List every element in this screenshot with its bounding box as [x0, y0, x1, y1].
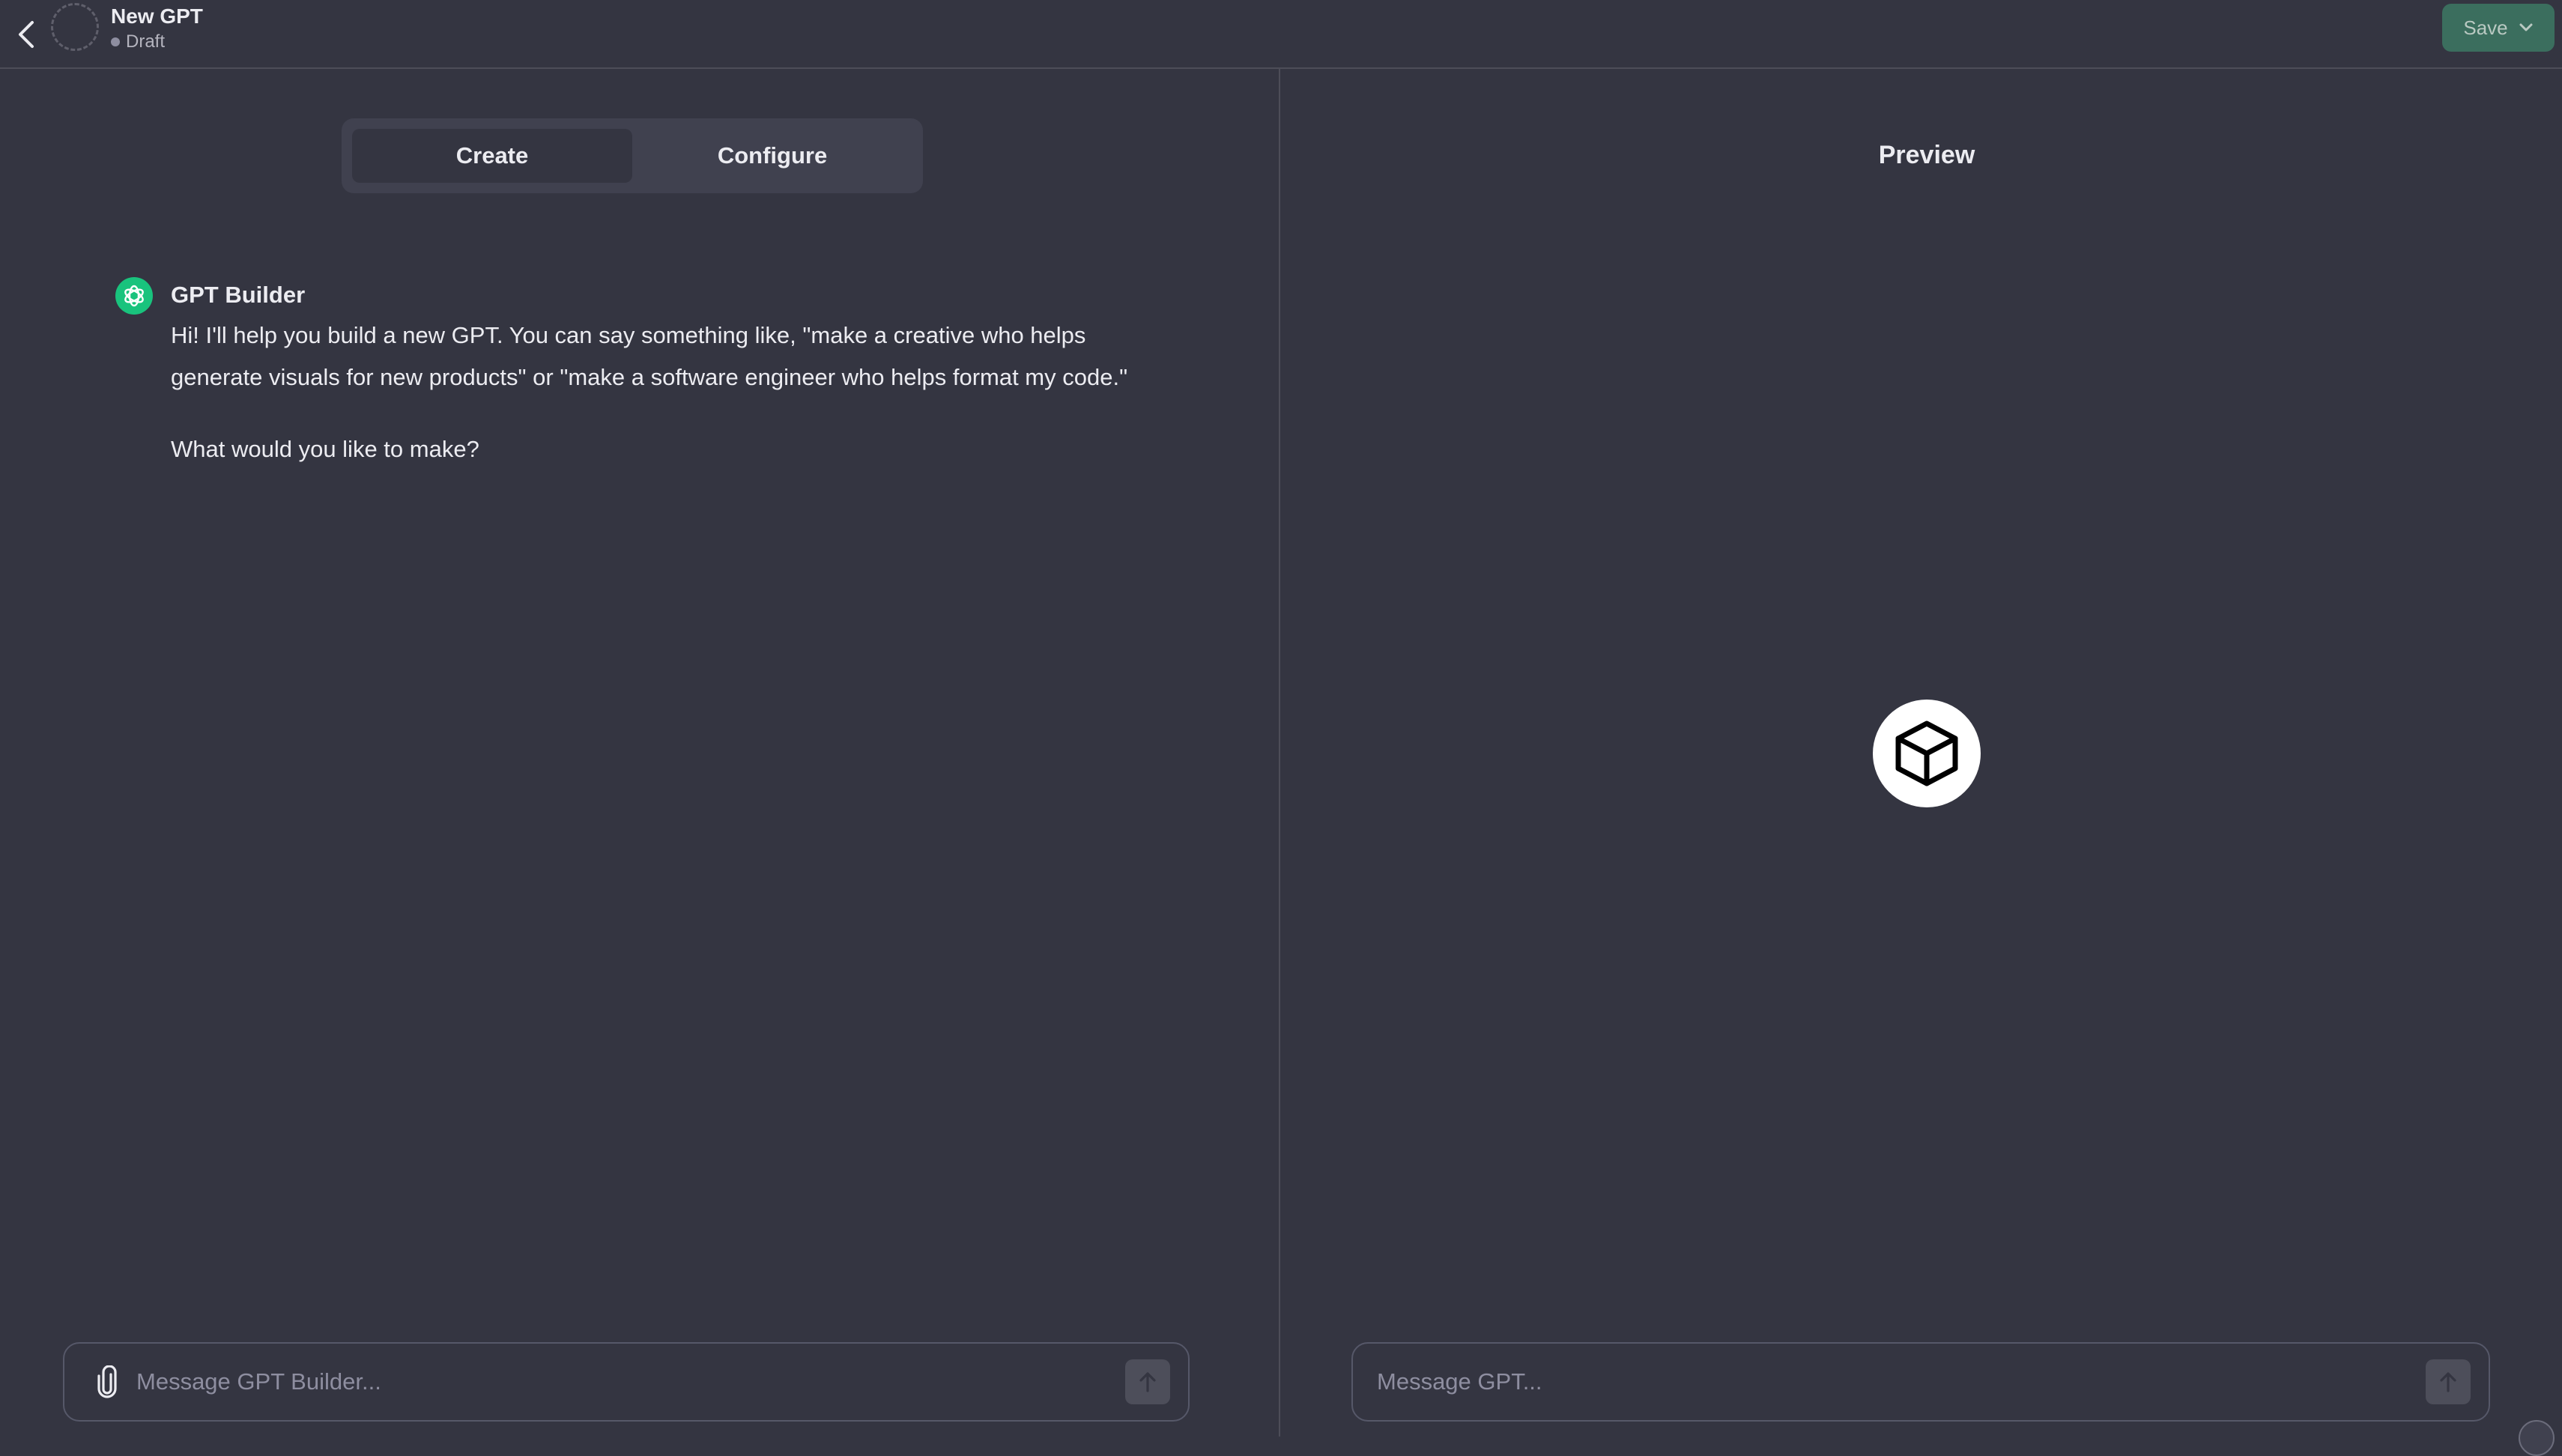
- paperclip-icon: [97, 1365, 117, 1398]
- message-text: Hi! I'll help you build a new GPT. You c…: [171, 322, 1128, 390]
- top-bar: New GPT Draft Save: [0, 0, 2562, 69]
- save-button-label: Save: [2463, 16, 2508, 39]
- builder-send-button[interactable]: [1125, 1359, 1170, 1404]
- chevron-left-icon: [19, 21, 34, 48]
- gpt-avatar-placeholder[interactable]: [51, 3, 99, 51]
- help-button[interactable]: [2519, 1420, 2555, 1456]
- chevron-down-icon: [2519, 23, 2533, 31]
- message-body: GPT Builder Hi! I'll help you build a ne…: [171, 280, 1145, 470]
- status-dot-icon: [111, 37, 120, 46]
- attach-button[interactable]: [88, 1359, 126, 1404]
- gpt-builder-avatar: [115, 277, 153, 315]
- preview-send-button[interactable]: [2426, 1359, 2471, 1404]
- preview-title: Preview: [1878, 141, 1975, 169]
- cube-icon: [1895, 721, 1958, 786]
- message-question: What would you like to make?: [171, 436, 479, 462]
- arrow-up-icon: [1139, 1372, 1156, 1392]
- openai-logo-icon: [124, 285, 144, 307]
- status-label: Draft: [126, 31, 166, 52]
- pane-divider: [1279, 69, 1280, 1437]
- status-row: Draft: [111, 31, 203, 52]
- gpt-title-block: New GPT Draft: [111, 4, 203, 52]
- builder-composer: [63, 1342, 1190, 1422]
- arrow-up-icon: [2440, 1372, 2456, 1392]
- preview-message-input[interactable]: [1377, 1359, 2426, 1404]
- gpt-name: New GPT: [111, 4, 203, 28]
- save-button[interactable]: Save: [2442, 4, 2555, 52]
- tab-configure[interactable]: Configure: [632, 129, 912, 183]
- tab-create[interactable]: Create: [352, 129, 632, 183]
- back-button[interactable]: [7, 13, 45, 55]
- message-author: GPT Builder: [171, 282, 306, 308]
- builder-tabs: Create Configure: [342, 118, 923, 193]
- builder-message-input[interactable]: [136, 1359, 1125, 1404]
- preview-composer: [1351, 1342, 2490, 1422]
- preview-gpt-avatar: [1873, 700, 1981, 807]
